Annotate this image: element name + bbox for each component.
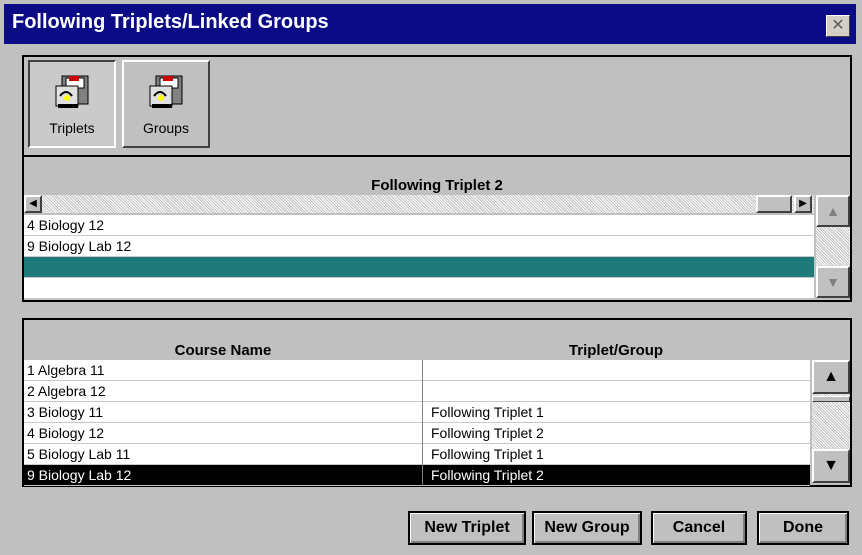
triplet-group-cell: Following Triplet 1 [422,402,544,423]
new-group-button[interactable]: New Group [532,511,642,545]
toolbar-panel: Triplets Groups [22,55,852,157]
list-item[interactable] [24,257,814,278]
table-row[interactable]: 4 Biology 12 Following Triplet 2 [24,423,810,444]
scroll-up-button[interactable]: ▲ [812,360,850,394]
triplet-group-cell: Following Triplet 1 [422,444,544,465]
table-row[interactable]: 1 Algebra 11 [24,360,810,381]
triplets-button[interactable]: Triplets [28,60,116,148]
triplet-group-cell: Following Triplet 2 [422,465,544,486]
course-name-cell: 3 Biology 11 [27,404,104,420]
dialog-window: Following Triplets/Linked Groups ✕ Tripl… [0,0,862,555]
column-header-triplet-group[interactable]: Triplet/Group [422,342,810,359]
table-body: 1 Algebra 11 2 Algebra 12 3 Biology 11 Fo… [24,360,810,486]
triplets-label: Triplets [49,120,95,136]
title-bar[interactable]: Following Triplets/Linked Groups ✕ [4,4,856,44]
horizontal-scrollbar[interactable]: ◀ ▶ [24,195,814,213]
window-title: Following Triplets/Linked Groups [12,11,329,33]
triplet-list-panel: Following Triplet 2 ◀ ▶ 4 Biology 12 9 B… [22,155,852,302]
table-row[interactable]: 3 Biology 11 Following Triplet 1 [24,402,810,423]
list-header: Following Triplet 2 [371,177,503,194]
triplet-group-cell [422,360,431,381]
course-table-panel: Course Name Triplet/Group 1 Algebra 11 2… [22,318,852,487]
list-rows: 4 Biology 12 9 Biology Lab 12 [24,215,814,299]
course-name-cell: 5 Biology Lab 11 [27,446,131,462]
course-name-cell: 9 Biology Lab 12 [27,467,132,483]
done-button[interactable]: Done [757,511,849,545]
close-icon: ✕ [831,17,845,34]
groups-label: Groups [143,120,189,136]
scroll-down-button[interactable]: ▼ [812,449,850,483]
course-name-cell: 4 Biology 12 [27,425,105,441]
scroll-right-button[interactable]: ▶ [794,195,812,213]
groups-button[interactable]: Groups [122,60,210,148]
column-header-course-name[interactable]: Course Name [24,342,422,359]
cancel-button[interactable]: Cancel [651,511,747,545]
scroll-up-button[interactable]: ▲ [816,195,850,227]
table-row[interactable]: 2 Algebra 12 [24,381,810,402]
table-row[interactable]: 5 Biology Lab 11 Following Triplet 1 [24,444,810,465]
course-name-cell: 2 Algebra 12 [27,383,106,399]
list-vertical-scrollbar[interactable]: ▲ ▼ [816,195,850,298]
new-triplet-button[interactable]: New Triplet [408,511,526,545]
scroll-thumb[interactable] [756,195,792,213]
list-item[interactable]: 9 Biology Lab 12 [24,236,814,257]
table-row[interactable]: 9 Biology Lab 12 Following Triplet 2 [24,465,810,486]
close-button[interactable]: ✕ [826,15,850,37]
list-item[interactable]: 4 Biology 12 [24,215,814,236]
cabinet-drawer-icon [55,75,89,108]
scroll-thumb[interactable] [812,396,850,402]
list-item[interactable] [24,278,814,299]
table-vertical-scrollbar[interactable]: ▲ ▼ [812,360,850,483]
scroll-down-button[interactable]: ▼ [816,266,850,298]
course-name-cell: 1 Algebra 11 [27,362,105,378]
cabinet-drawer-icon [149,75,183,108]
triplet-group-cell: Following Triplet 2 [422,423,544,444]
scroll-left-button[interactable]: ◀ [24,195,42,213]
triplet-group-cell [422,381,431,402]
